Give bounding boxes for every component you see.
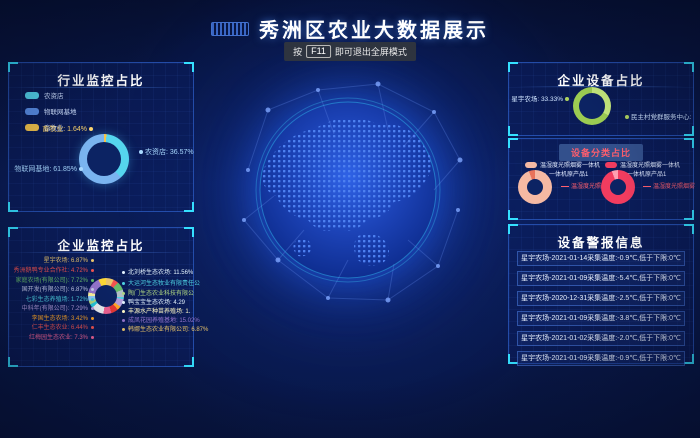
alarm-row: 星宇农场-2021-01-02采集温度:-2.0℃,低于下限:0℃	[517, 331, 685, 346]
legend-item: 温湿度光照烟雾一体机	[525, 160, 600, 169]
fullscreen-hint: 按 F11 即可退出全屏模式	[284, 42, 416, 61]
corner-decoration	[684, 354, 694, 364]
chart-label: 家庭农场(有限公司): 7.72%	[16, 275, 97, 284]
legend-sub-label: 一体机原产品1	[543, 169, 588, 178]
chart-callout: 畜牧业: 1.64%	[23, 124, 95, 134]
panel-title: 企业监控占比	[9, 228, 193, 254]
device-donut-chart	[573, 87, 611, 125]
corner-decoration	[184, 357, 194, 367]
chart-label: 仁丰生态农业: 6.44%	[32, 322, 97, 331]
legend-item: 温湿度光照烟雾一体机	[605, 160, 680, 169]
chart-callout: 星宇农场: 33.33%	[511, 93, 571, 103]
corner-decoration	[508, 126, 518, 136]
chart-label: 红梅园生态农业: 7.3%	[29, 332, 97, 341]
corner-decoration	[684, 126, 694, 136]
legend-label: 农资店	[44, 90, 64, 100]
industry-donut-chart	[79, 134, 129, 184]
chart-label: 李国生态农场: 3.42%	[32, 313, 97, 322]
corner-decoration	[184, 62, 194, 72]
legend-label: 温湿度光照烟雾一体机	[620, 160, 680, 169]
corner-decoration	[508, 224, 518, 234]
chart-label: 七彩生态养殖场: 1.72%	[26, 294, 97, 303]
chart-label: 鸭宝宝生态农场: 4.29	[119, 297, 185, 306]
f11-key-icon: F11	[306, 45, 331, 58]
legend-item: 物联网基地	[25, 106, 77, 116]
hint-prefix: 按	[293, 45, 302, 58]
dashboard: 秀洲区农业大数据展示 按 F11 即可退出全屏模式 行业监控占比 农资店 物联网…	[0, 0, 700, 438]
panel-title: 设备警报信息	[509, 225, 693, 251]
legend-item: 农资店	[25, 90, 77, 100]
corner-decoration	[508, 210, 518, 220]
chart-callout: 物联网基地: 61.85%	[13, 164, 85, 174]
chart-label: 成凤花园养殖基地: 15.02%	[119, 315, 200, 324]
legend-swatch	[525, 162, 537, 168]
corner-decoration	[684, 224, 694, 234]
panel-enterprise-device: 企业设备占比 星宇农场: 33.33% 民主村党群服务中心:	[508, 62, 694, 136]
class-right-donut-chart	[601, 170, 635, 204]
alarm-row: 星宇农场-2020-12-31采集温度:-2.5℃,低于下限:0℃	[517, 291, 685, 306]
alarm-row: 星宇农场-2021-01-09采集温度:-0.9℃,低于下限:0℃	[517, 351, 685, 366]
alarm-row: 星宇农场-2021-01-14采集温度:-0.9℃,低于下限:0℃	[517, 251, 685, 266]
chart-label: 中科年(有限公司): 7.29%	[22, 303, 97, 312]
legend-label: 物联网基地	[44, 106, 77, 116]
chart-callout: 农资店: 36.57%	[137, 147, 194, 157]
chart-label: 陶门生态农业科技有限公	[119, 288, 194, 297]
panel-device-classification: 设备分类占比 温湿度光照烟雾一体机 一体机原产品1 温湿度光照烟雾一… 温湿度光…	[508, 138, 694, 220]
corner-decoration	[8, 227, 18, 237]
corner-decoration	[8, 202, 18, 212]
divider	[17, 87, 185, 88]
alarm-row: 星宇农场-2021-01-09采集温度:-3.8℃,低于下限:0℃	[517, 311, 685, 326]
corner-decoration	[184, 202, 194, 212]
alarm-row: 星宇农场-2021-01-09采集温度:-5.4℃,低于下限:0℃	[517, 271, 685, 286]
header: 秀洲区农业大数据展示	[0, 14, 700, 43]
panel-device-alarms: 设备警报信息 星宇农场-2021-01-14采集温度:-0.9℃,低于下限:0℃…	[508, 224, 694, 364]
chart-label: 星宇农场: 6.87%	[44, 255, 97, 264]
legend-swatch	[605, 162, 617, 168]
panel-industry-monitor: 行业监控占比 农资店 物联网基地 畜牧业 畜牧业: 1.64% 农资店: 36.…	[8, 62, 194, 212]
corner-decoration	[8, 62, 18, 72]
legend-label: 温湿度光照烟雾一体机	[540, 160, 600, 169]
brand-logo-icon	[211, 22, 249, 36]
divider	[17, 252, 185, 253]
corner-decoration	[684, 138, 694, 148]
hint-suffix: 即可退出全屏模式	[335, 45, 407, 58]
divider	[517, 86, 685, 87]
class-left-donut-chart	[518, 170, 552, 204]
page-title: 秀洲区农业大数据展示	[259, 14, 489, 43]
corner-decoration	[684, 210, 694, 220]
corner-decoration	[184, 227, 194, 237]
panel-title: 行业监控占比	[9, 63, 193, 89]
corner-decoration	[8, 357, 18, 367]
chart-label: 大运河生态牧业有限责任公	[119, 278, 200, 287]
corner-decoration	[508, 62, 518, 72]
chart-callout: 温湿度光照烟雾一…	[643, 181, 695, 190]
chart-callout: 民主村党群服务中心:	[623, 111, 691, 121]
chart-label: 北刘桥生态农场: 11.56%	[119, 267, 193, 276]
corner-decoration	[684, 62, 694, 72]
legend-swatch	[25, 108, 39, 115]
corner-decoration	[508, 138, 518, 148]
globe-visualization	[208, 50, 488, 330]
chart-label: 丰源水产种苗养殖场: 1.	[119, 306, 190, 315]
chart-label: 秀洲鹅鸭专业合作社: 4.72%	[14, 265, 97, 274]
chart-label: 韩娜生态农业有限公司: 6.87%	[119, 324, 208, 333]
panel-title: 设备分类占比	[559, 144, 643, 161]
chart-label: 国开发(有限公司): 6.87%	[22, 284, 97, 293]
alarm-list: 星宇农场-2021-01-14采集温度:-0.9℃,低于下限:0℃ 星宇农场-2…	[517, 251, 685, 366]
legend-swatch	[25, 92, 39, 99]
panel-enterprise-monitor: 企业监控占比 星宇农场: 6.87% 秀洲鹅鸭专业合作社: 4.72% 家庭农场…	[8, 227, 194, 367]
